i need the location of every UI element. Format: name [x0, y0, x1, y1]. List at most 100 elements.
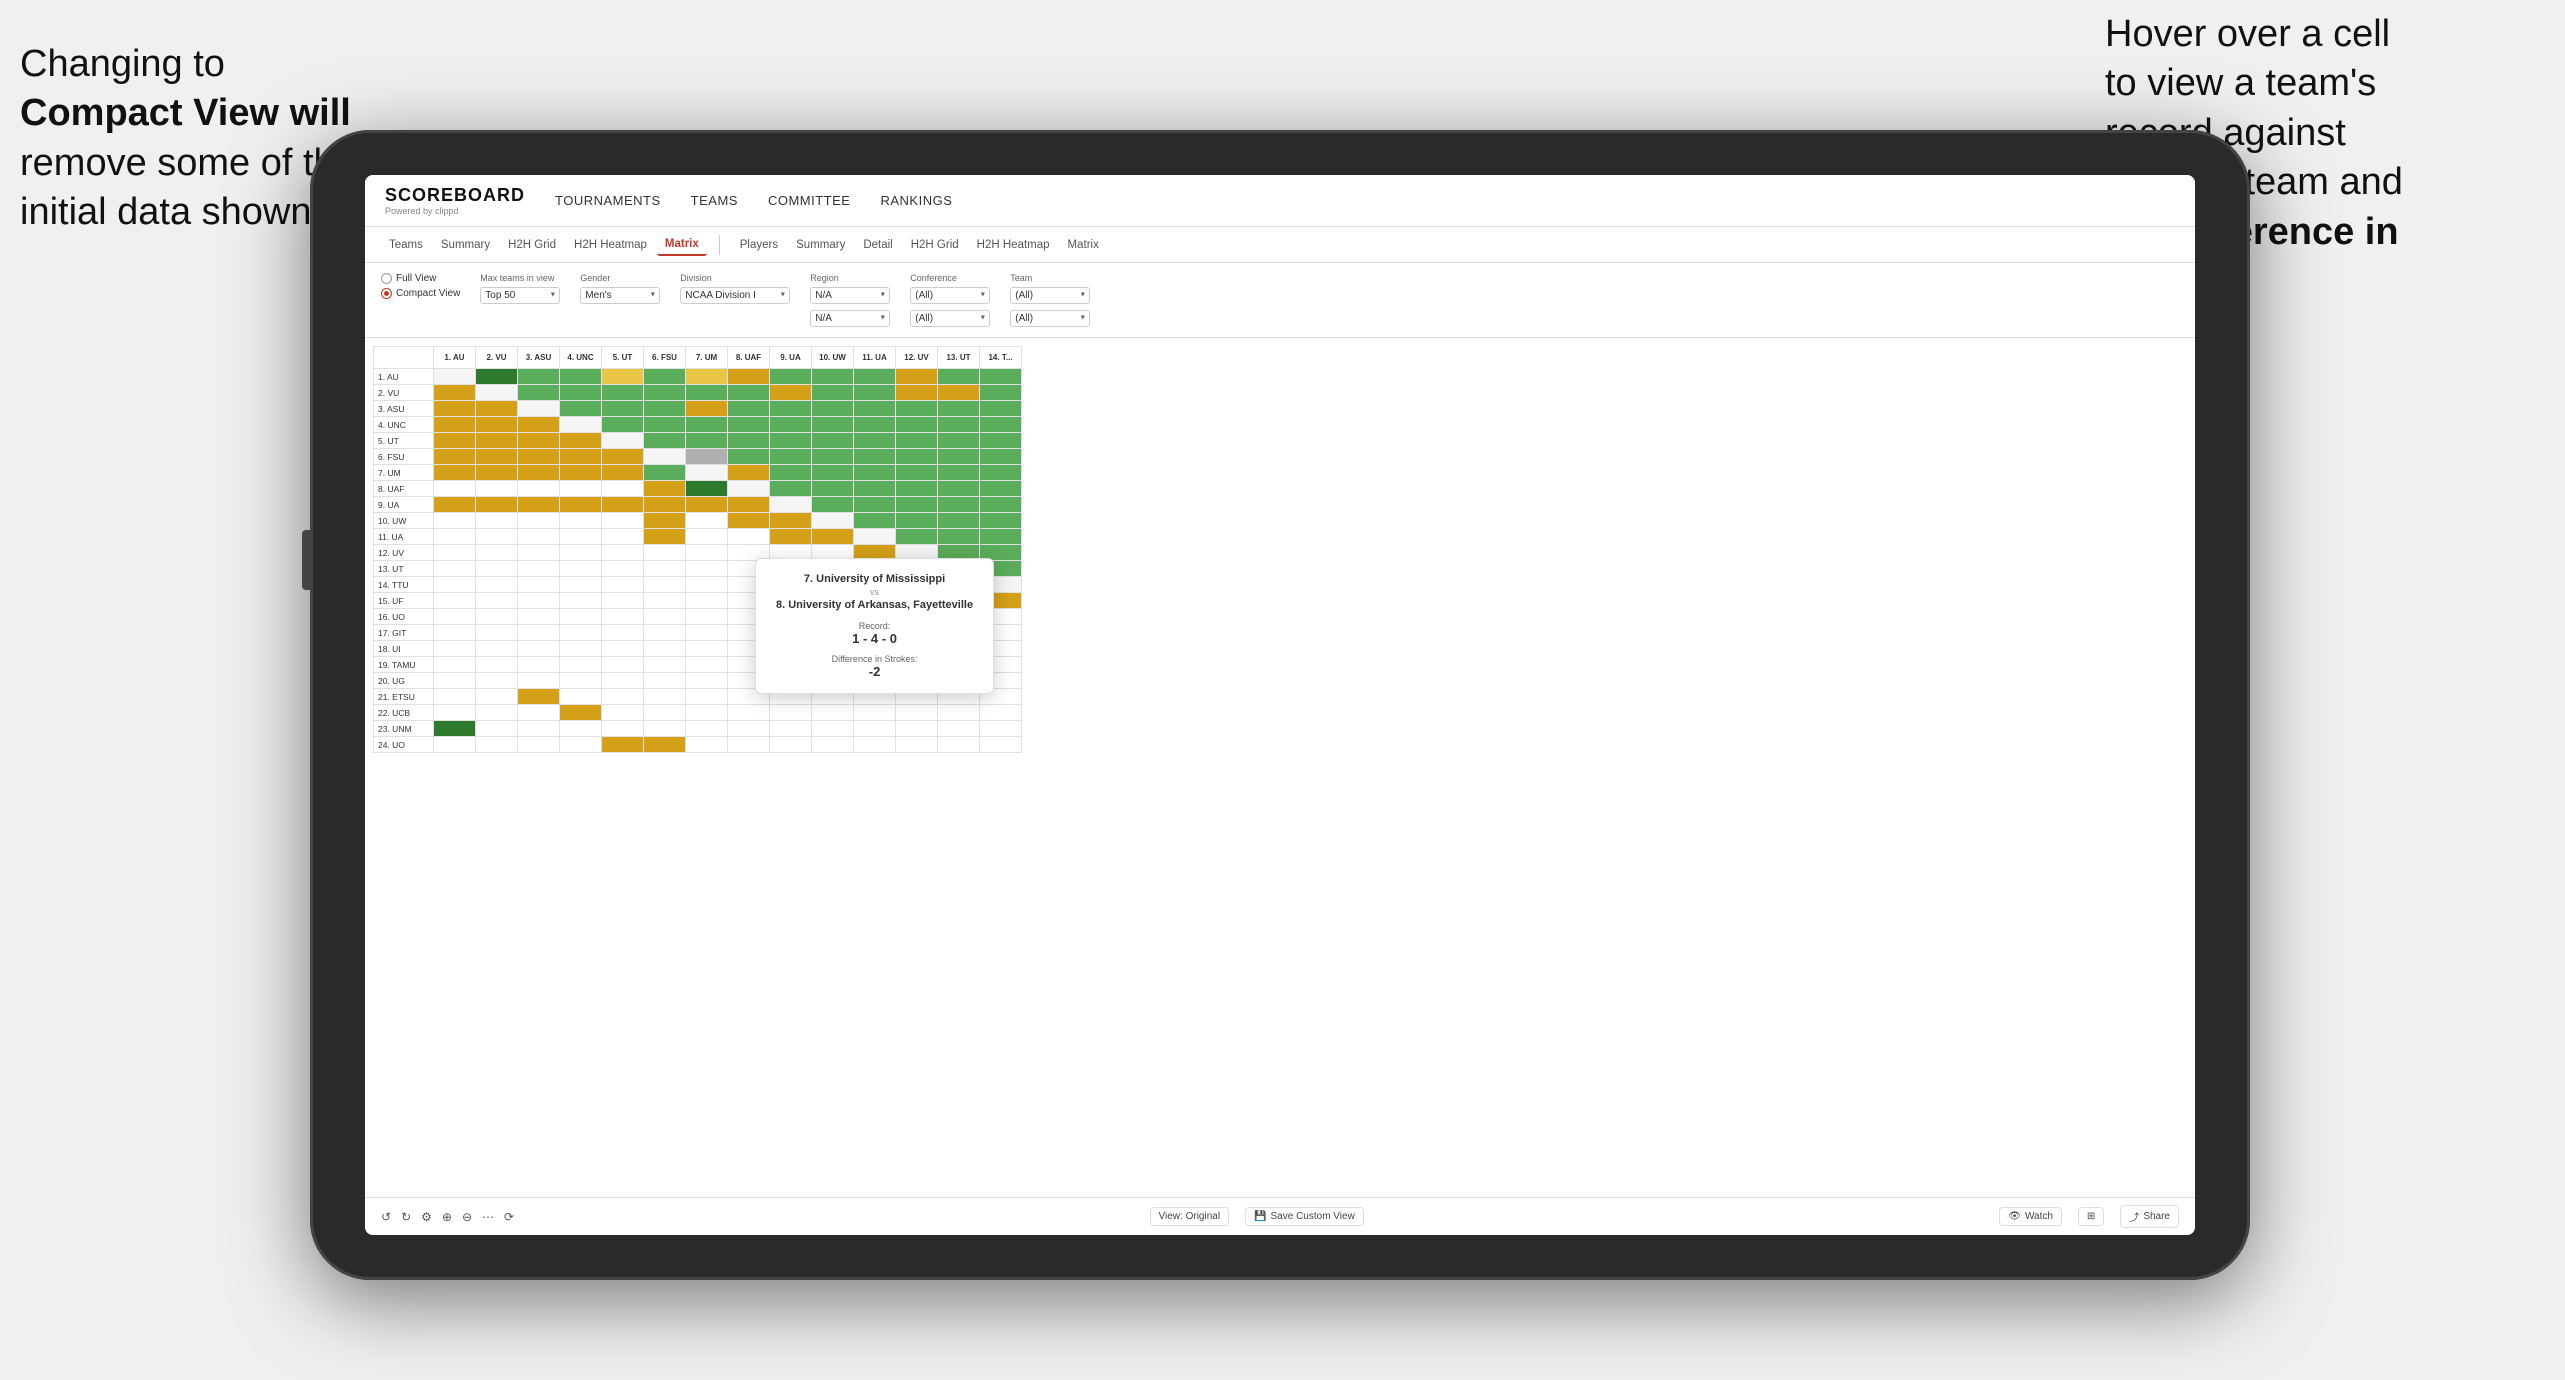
matrix-cell[interactable]: [896, 417, 938, 433]
matrix-cell[interactable]: [476, 545, 518, 561]
matrix-cell[interactable]: [854, 449, 896, 465]
matrix-cell[interactable]: [476, 721, 518, 737]
matrix-cell[interactable]: [812, 465, 854, 481]
matrix-cell[interactable]: [770, 481, 812, 497]
more-icon[interactable]: ⋯: [482, 1210, 494, 1224]
tab-matrix2[interactable]: Matrix: [1060, 235, 1107, 255]
matrix-cell[interactable]: [938, 417, 980, 433]
matrix-cell[interactable]: [728, 529, 770, 545]
watch-btn[interactable]: 👁 Watch: [1999, 1207, 2062, 1226]
matrix-cell[interactable]: [518, 641, 560, 657]
matrix-cell[interactable]: [686, 561, 728, 577]
matrix-cell[interactable]: [686, 369, 728, 385]
matrix-cell[interactable]: [938, 401, 980, 417]
matrix-cell[interactable]: [728, 449, 770, 465]
tab-summary1[interactable]: Summary: [433, 235, 498, 255]
view-original-btn[interactable]: View: Original: [1150, 1207, 1230, 1226]
matrix-cell[interactable]: [476, 561, 518, 577]
matrix-cell[interactable]: [854, 401, 896, 417]
matrix-cell[interactable]: [812, 529, 854, 545]
matrix-cell[interactable]: [476, 593, 518, 609]
matrix-cell[interactable]: [812, 497, 854, 513]
matrix-cell[interactable]: [938, 385, 980, 401]
nav-teams[interactable]: TEAMS: [691, 189, 738, 212]
matrix-cell[interactable]: [434, 593, 476, 609]
nav-committee[interactable]: COMMITTEE: [768, 189, 851, 212]
save-custom-btn[interactable]: 💾 Save Custom View: [1245, 1207, 1364, 1226]
matrix-cell[interactable]: [434, 369, 476, 385]
matrix-cell[interactable]: [560, 737, 602, 753]
matrix-cell[interactable]: [686, 529, 728, 545]
tab-h2h-grid1[interactable]: H2H Grid: [500, 235, 564, 255]
settings-icon[interactable]: ⚙: [421, 1210, 432, 1224]
matrix-cell[interactable]: [518, 625, 560, 641]
nav-tournaments[interactable]: TOURNAMENTS: [555, 189, 661, 212]
matrix-cell[interactable]: [980, 481, 1022, 497]
team-select1[interactable]: (All): [1010, 287, 1090, 304]
matrix-cell[interactable]: [686, 577, 728, 593]
matrix-cell[interactable]: [938, 481, 980, 497]
matrix-cell[interactable]: [644, 689, 686, 705]
matrix-cell[interactable]: [644, 705, 686, 721]
matrix-cell[interactable]: [686, 721, 728, 737]
matrix-cell[interactable]: [980, 417, 1022, 433]
matrix-cell[interactable]: [686, 657, 728, 673]
matrix-cell[interactable]: [686, 609, 728, 625]
matrix-cell[interactable]: [938, 529, 980, 545]
matrix-cell[interactable]: [518, 609, 560, 625]
matrix-cell[interactable]: [476, 385, 518, 401]
matrix-cell[interactable]: [602, 705, 644, 721]
tab-h2h-grid2[interactable]: H2H Grid: [903, 235, 967, 255]
matrix-cell[interactable]: [896, 433, 938, 449]
matrix-cell[interactable]: [434, 689, 476, 705]
matrix-cell[interactable]: [602, 433, 644, 449]
matrix-cell[interactable]: [434, 401, 476, 417]
matrix-cell[interactable]: [896, 513, 938, 529]
matrix-cell[interactable]: [560, 433, 602, 449]
matrix-cell[interactable]: [896, 497, 938, 513]
matrix-cell[interactable]: [770, 721, 812, 737]
matrix-cell[interactable]: [560, 625, 602, 641]
matrix-cell[interactable]: [854, 481, 896, 497]
matrix-cell[interactable]: [854, 737, 896, 753]
gender-select[interactable]: Men's: [580, 287, 660, 304]
tab-detail[interactable]: Detail: [855, 235, 900, 255]
matrix-cell[interactable]: [434, 529, 476, 545]
matrix-cell[interactable]: [602, 449, 644, 465]
matrix-cell[interactable]: [476, 705, 518, 721]
matrix-cell[interactable]: [980, 497, 1022, 513]
matrix-cell[interactable]: [518, 497, 560, 513]
matrix-cell[interactable]: [434, 417, 476, 433]
tab-players[interactable]: Players: [732, 235, 786, 255]
matrix-cell[interactable]: [434, 657, 476, 673]
matrix-cell[interactable]: [476, 625, 518, 641]
matrix-cell[interactable]: [560, 449, 602, 465]
matrix-cell[interactable]: [812, 417, 854, 433]
matrix-cell[interactable]: [686, 737, 728, 753]
matrix-cell[interactable]: [980, 721, 1022, 737]
matrix-cell[interactable]: [518, 433, 560, 449]
matrix-cell[interactable]: [770, 705, 812, 721]
tab-teams[interactable]: Teams: [381, 235, 431, 255]
matrix-cell[interactable]: [434, 577, 476, 593]
full-view-radio[interactable]: Full View: [381, 273, 460, 284]
matrix-cell[interactable]: [518, 545, 560, 561]
matrix-cell[interactable]: [980, 385, 1022, 401]
matrix-cell[interactable]: [434, 545, 476, 561]
matrix-cell[interactable]: [938, 721, 980, 737]
matrix-cell[interactable]: [644, 721, 686, 737]
matrix-cell[interactable]: [434, 433, 476, 449]
matrix-cell[interactable]: [476, 497, 518, 513]
matrix-cell[interactable]: [980, 513, 1022, 529]
matrix-cell[interactable]: [434, 705, 476, 721]
share-btn[interactable]: ⤴ Share: [2120, 1205, 2179, 1228]
matrix-cell[interactable]: [686, 513, 728, 529]
tab-matrix1[interactable]: Matrix: [657, 234, 707, 256]
matrix-cell[interactable]: [896, 369, 938, 385]
matrix-cell[interactable]: [644, 641, 686, 657]
team-select2[interactable]: (All): [1010, 310, 1090, 327]
matrix-cell[interactable]: [518, 561, 560, 577]
matrix-cell[interactable]: [686, 497, 728, 513]
matrix-cell[interactable]: [644, 401, 686, 417]
matrix-cell[interactable]: [686, 385, 728, 401]
